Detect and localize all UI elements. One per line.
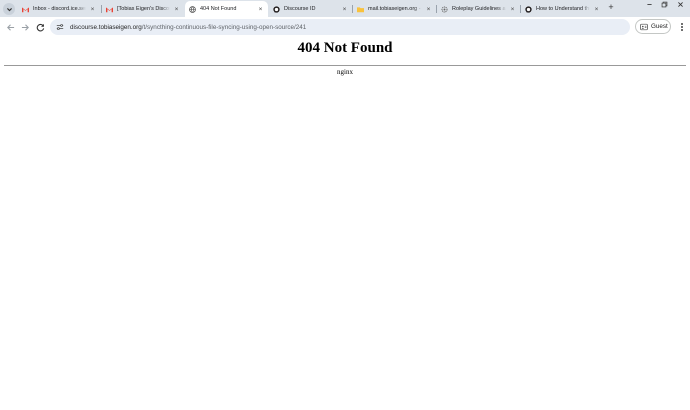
tab-discourse-id[interactable]: Discourse ID ×: [269, 1, 352, 17]
gear-favicon-icon: [441, 5, 448, 13]
tab-inbox[interactable]: Inbox - discord.ice.services ×: [18, 1, 100, 17]
page-content: 404 Not Found nginx: [0, 37, 690, 410]
minimize-icon: [646, 4, 652, 5]
url-path: /t/syncthing-continuous-file-syncing-usi…: [141, 23, 307, 31]
tab-title: mail.tobiaseigen.org -: [368, 6, 421, 12]
chevron-down-icon: [6, 7, 12, 11]
discourse-icon: [273, 5, 280, 13]
minimize-button[interactable]: [642, 1, 656, 10]
tab-search-button[interactable]: [3, 3, 15, 15]
tab-roleplay-guidelines[interactable]: Roleplay Guidelines and ×: [437, 1, 520, 17]
tab-title: [Tobias Eigen's Discourse]: [117, 6, 170, 12]
back-button[interactable]: [4, 21, 16, 33]
tab-title: Discourse ID: [284, 6, 316, 12]
close-icon[interactable]: ×: [89, 6, 96, 13]
site-info-icon[interactable]: [56, 23, 64, 31]
browser-menu-button[interactable]: [677, 21, 687, 33]
close-icon[interactable]: ×: [509, 6, 516, 13]
close-icon[interactable]: ×: [257, 6, 264, 13]
tab-404-not-found[interactable]: 404 Not Found ×: [185, 1, 268, 17]
tab-strip: Inbox - discord.ice.services × [Tobias E…: [0, 0, 690, 17]
address-bar[interactable]: discourse.tobiaseigen.org/t/syncthing-co…: [50, 19, 630, 35]
tab-how-to-understand[interactable]: How to Understand the ×: [521, 1, 604, 17]
reload-button[interactable]: [34, 21, 46, 33]
discourse-icon: [525, 5, 532, 13]
tab-title: How to Understand the: [536, 6, 590, 12]
tab-mail-tobiaseigen[interactable]: mail.tobiaseigen.org - ×: [353, 1, 436, 17]
tab-title: Inbox - discord.ice.services: [33, 6, 86, 12]
back-arrow-icon: [6, 23, 14, 31]
browser-toolbar: discourse.tobiaseigen.org/t/syncthing-co…: [0, 17, 690, 37]
globe-icon: [189, 5, 196, 13]
forward-arrow-icon: [21, 23, 29, 31]
close-icon[interactable]: ×: [425, 6, 432, 13]
close-icon[interactable]: ×: [593, 6, 600, 13]
close-icon[interactable]: ×: [341, 6, 348, 13]
close-icon[interactable]: ×: [173, 6, 180, 13]
gmail-icon: [22, 6, 29, 12]
tab-title: 404 Not Found: [200, 6, 237, 12]
tab-tobias-eigen-discourse[interactable]: [Tobias Eigen's Discourse] ×: [102, 1, 184, 17]
profile-button[interactable]: Guest: [635, 19, 671, 34]
server-name: nginx: [337, 68, 353, 76]
page-heading: 404 Not Found: [297, 40, 393, 56]
tab-title: Roleplay Guidelines and: [452, 6, 506, 12]
new-tab-button[interactable]: +: [605, 2, 617, 12]
menu-dot: [681, 23, 683, 25]
menu-dot: [681, 26, 683, 28]
horizontal-rule: [4, 65, 686, 66]
gmail-icon: [106, 6, 113, 12]
restore-icon: [661, 1, 667, 8]
close-icon: [677, 2, 683, 7]
mail-folder-icon: [357, 6, 364, 12]
close-window-button[interactable]: [673, 1, 687, 10]
url-host: discourse.tobiaseigen.org: [70, 23, 142, 31]
guest-icon: [640, 23, 648, 30]
menu-dot: [681, 29, 683, 31]
reload-icon: [36, 23, 44, 31]
restore-button[interactable]: [657, 1, 671, 10]
forward-button[interactable]: [19, 21, 31, 33]
profile-label: Guest: [651, 23, 668, 30]
